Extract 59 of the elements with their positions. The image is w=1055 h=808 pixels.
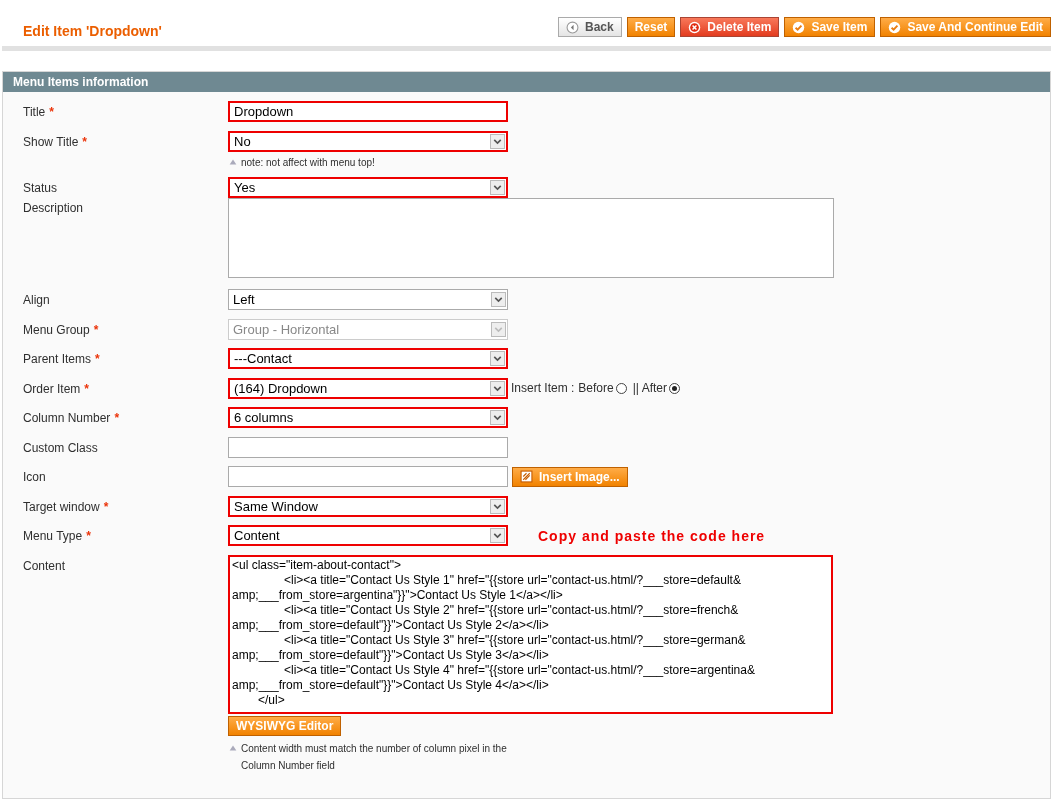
text-field[interactable] bbox=[228, 436, 508, 458]
text-field[interactable] bbox=[228, 466, 508, 487]
field-label: Show Title bbox=[23, 134, 79, 149]
field-label: Target window bbox=[23, 499, 100, 514]
required-mark: * bbox=[95, 352, 100, 366]
select-field[interactable]: Left bbox=[228, 289, 508, 310]
select-field[interactable]: 6 columns bbox=[228, 407, 508, 428]
select-field[interactable]: Content bbox=[228, 525, 508, 546]
checkmark-icon bbox=[888, 20, 902, 34]
field-label: Content bbox=[23, 558, 66, 573]
field-label: Icon bbox=[23, 470, 46, 484]
checkmark-icon bbox=[792, 20, 806, 34]
code-line: amp;___from_store=default"}}">Contact Us Style 4</a></li> bbox=[232, 677, 550, 693]
code-line: <li><a title="Contact Us Style 2" href="{{store url="contact-us.html/?___store=french& bbox=[283, 602, 740, 618]
code-line: <ul class="item-about-contact"> bbox=[232, 557, 402, 573]
content-field[interactable] bbox=[228, 554, 833, 714]
code-line: amp;___from_store=default"}}">Contact Us Style 3</a></li> bbox=[232, 647, 550, 663]
field-label: Menu Group bbox=[23, 322, 90, 337]
field-label: Title bbox=[23, 105, 46, 119]
field-label: Order Item bbox=[23, 381, 81, 396]
field-label: Status bbox=[23, 180, 58, 195]
field-label: Column Number bbox=[23, 411, 111, 425]
description-field[interactable] bbox=[228, 198, 834, 278]
field-note: Content width must match the number of column pixel in the Column Number field bbox=[241, 741, 508, 773]
code-line: <li><a title="Contact Us Style 1" href="{{store url="contact-us.html/?___store=default& bbox=[283, 572, 742, 588]
instruction-text: Copy and paste the code here bbox=[538, 527, 766, 544]
code-line: <li><a title="Contact Us Style 4" href="{{store url="contact-us.html/?___store=argentina& bbox=[283, 662, 756, 678]
text-field[interactable]: Dropdown bbox=[228, 101, 508, 122]
select-field[interactable]: ---Contact bbox=[228, 348, 508, 369]
field-label: Menu Type bbox=[23, 529, 83, 543]
code-line: </ul> bbox=[257, 692, 286, 708]
back-button[interactable]: Back bbox=[558, 17, 622, 37]
field-label: Custom Class bbox=[23, 440, 98, 455]
required-mark: * bbox=[103, 499, 109, 514]
field-label: Align bbox=[23, 293, 50, 307]
field-note: note: not affect with menu top! bbox=[241, 155, 376, 170]
radio-option[interactable]: Before bbox=[578, 381, 631, 395]
select-field[interactable]: Same Window bbox=[228, 495, 508, 517]
required-mark: * bbox=[84, 381, 90, 396]
required-mark: * bbox=[49, 105, 54, 119]
code-line: amp;___from_store=argentina"}}">Contact Us Style 1</a></li> bbox=[232, 587, 564, 603]
required-mark: * bbox=[114, 411, 120, 425]
field-label: Description bbox=[23, 201, 84, 215]
delete-icon bbox=[688, 20, 702, 34]
select-field[interactable]: No bbox=[228, 130, 508, 152]
code-line: amp;___from_store=default"}}">Contact Us Style 2</a></li> bbox=[232, 617, 550, 633]
field-label: Parent Items bbox=[23, 352, 92, 366]
required-mark: * bbox=[82, 134, 88, 149]
page-title: Edit Item 'Dropdown' bbox=[23, 23, 162, 39]
required-mark: * bbox=[93, 322, 99, 337]
image-icon bbox=[520, 470, 533, 483]
insert-item-label: Insert Item : bbox=[511, 381, 575, 395]
radio-option[interactable]: || After bbox=[632, 381, 684, 395]
section-header: Menu Items information bbox=[3, 72, 1050, 92]
select-field[interactable]: Yes bbox=[228, 176, 508, 198]
code-line: <li><a title="Contact Us Style 3" href="{{store url="contact-us.html/?___store=german& bbox=[283, 632, 747, 648]
required-mark: * bbox=[86, 529, 91, 543]
select-field[interactable]: (164) Dropdown bbox=[228, 377, 508, 399]
select-field: Group - Horizontal bbox=[228, 318, 508, 340]
